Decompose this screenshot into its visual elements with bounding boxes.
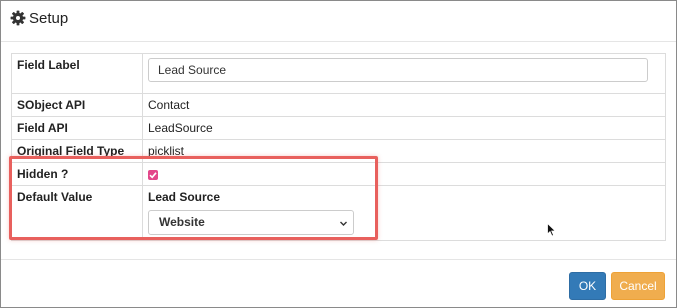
table-row: Field Label Lead Source <box>11 53 666 94</box>
field-api-value: LeadSource <box>142 116 666 140</box>
highlight-annotation <box>9 156 378 240</box>
field-label-input[interactable]: Lead Source <box>148 58 648 82</box>
sobject-api-label: SObject API <box>11 93 143 117</box>
field-label-label: Field Label <box>11 53 143 94</box>
field-label-cell: Lead Source <box>142 53 666 94</box>
field-api-label: Field API <box>11 116 143 140</box>
cancel-button[interactable]: Cancel <box>611 272 665 300</box>
setup-dialog: Setup Field Label Lead Source SObject AP… <box>0 0 677 308</box>
dialog-title: Setup <box>29 10 69 27</box>
mouse-cursor-icon <box>547 223 557 237</box>
sobject-api-value: Contact <box>142 93 666 117</box>
gear-icon <box>10 10 26 26</box>
table-row: SObject API Contact <box>11 93 666 117</box>
dialog-header: Setup <box>1 1 676 42</box>
footer-divider <box>1 259 676 260</box>
table-row: Field API LeadSource <box>11 116 666 140</box>
ok-button[interactable]: OK <box>569 272 606 300</box>
